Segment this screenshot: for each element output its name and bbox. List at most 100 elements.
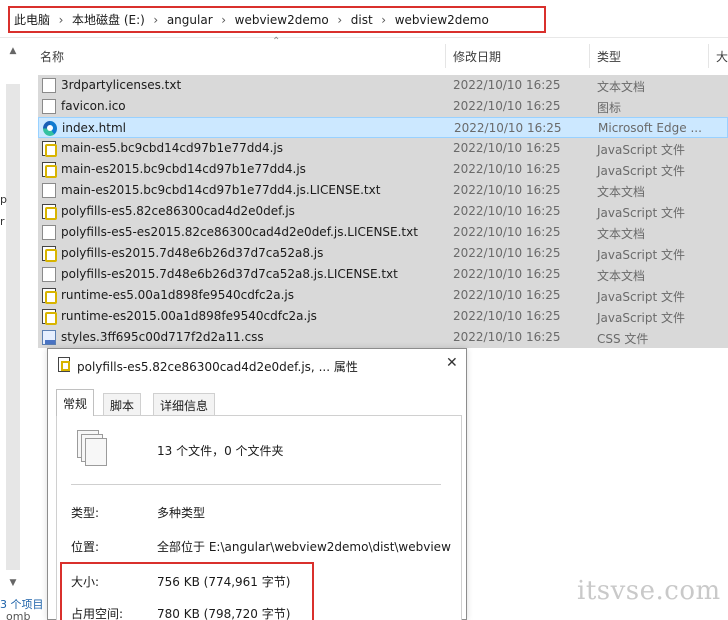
file-type: JavaScript 文件 xyxy=(597,290,685,304)
file-name: main-es5.bc9cbd14cd97b1e77dd4.js xyxy=(61,141,284,155)
watermark: itsvse.com xyxy=(577,576,721,606)
navigation-scrollbar[interactable] xyxy=(6,84,20,570)
type-label: 类型: xyxy=(71,506,100,520)
sort-ascending-icon: ⌃ xyxy=(272,36,281,47)
address-bar[interactable]: 此电脑 › 本地磁盘 (E:) › angular › webview2demo… xyxy=(0,0,728,38)
breadcrumb-item[interactable]: 本地磁盘 (E:) xyxy=(72,11,145,28)
dialog-title-bar[interactable]: polyfills-es5.82ce86300cad4d2e0def.js, .… xyxy=(48,349,466,381)
file-date: 2022/10/10 16:25 xyxy=(453,162,561,176)
javascript-file-icon xyxy=(42,246,57,262)
javascript-file-icon xyxy=(42,204,57,220)
file-row[interactable]: styles.3ff695c00d717f2d2a11.css 2022/10/… xyxy=(38,327,728,348)
file-name: 3rdpartylicenses.txt xyxy=(61,78,182,92)
file-row[interactable]: polyfills-es2015.7d48e6b26d37d7ca52a8.js… xyxy=(38,264,728,285)
file-row[interactable]: main-es5.bc9cbd14cd97b1e77dd4.js 2022/10… xyxy=(38,138,728,159)
column-header-date[interactable]: 修改日期 xyxy=(453,48,501,65)
file-type: CSS 文件 xyxy=(597,332,649,346)
general-tab-panel: 13 个文件，0 个文件夹 类型: 多种类型 位置: 全部位于 E:\angul… xyxy=(56,415,462,620)
tab-script[interactable]: 脚本 xyxy=(103,393,142,415)
file-row[interactable]: 3rdpartylicenses.txt 2022/10/10 16:25 文本… xyxy=(38,75,728,96)
highlight-box xyxy=(60,562,314,620)
file-type: JavaScript 文件 xyxy=(597,143,685,157)
javascript-file-icon xyxy=(42,141,57,157)
file-date: 2022/10/10 16:25 xyxy=(453,141,561,155)
dialog-title: polyfills-es5.82ce86300cad4d2e0def.js, .… xyxy=(77,360,358,374)
file-type: JavaScript 文件 xyxy=(597,206,685,220)
file-type: JavaScript 文件 xyxy=(597,248,685,262)
breadcrumb-item[interactable]: 此电脑 xyxy=(14,11,50,28)
divider xyxy=(71,484,441,485)
file-date: 2022/10/10 16:25 xyxy=(453,99,561,113)
column-header-type[interactable]: 类型 xyxy=(597,48,621,65)
column-divider[interactable] xyxy=(445,44,446,68)
file-date: 2022/10/10 16:25 xyxy=(453,78,561,92)
column-divider[interactable] xyxy=(708,44,709,68)
chevron-right-icon[interactable]: › xyxy=(213,13,235,27)
text-file-icon xyxy=(42,225,56,240)
column-divider[interactable] xyxy=(589,44,590,68)
breadcrumb-item[interactable]: webview2demo xyxy=(395,13,489,27)
column-header-row: ⌃ 名称 修改日期 类型 大 xyxy=(36,36,728,70)
file-row[interactable]: runtime-es5.00a1d898fe9540cdfc2a.js 2022… xyxy=(38,285,728,306)
column-header-name[interactable]: 名称 xyxy=(40,48,64,65)
breadcrumb-item[interactable]: angular xyxy=(167,13,213,27)
file-name: styles.3ff695c00d717f2d2a11.css xyxy=(61,330,264,344)
scroll-up-icon[interactable]: ▲ xyxy=(6,44,20,58)
breadcrumb-item[interactable]: dist xyxy=(351,13,373,27)
column-header-size[interactable]: 大 xyxy=(716,48,728,65)
file-row[interactable]: runtime-es2015.00a1d898fe9540cdfc2a.js 2… xyxy=(38,306,728,327)
tab-details[interactable]: 详细信息 xyxy=(153,393,216,415)
file-type: JavaScript 文件 xyxy=(597,311,685,325)
file-row-selected[interactable]: index.html 2022/10/10 16:25 Microsoft Ed… xyxy=(38,117,728,138)
file-name: polyfills-es5.82ce86300cad4d2e0def.js xyxy=(61,204,295,218)
file-type: 文本文档 xyxy=(597,185,646,199)
file-date: 2022/10/10 16:25 xyxy=(453,288,561,302)
file-row[interactable]: polyfills-es5.82ce86300cad4d2e0def.js 20… xyxy=(38,201,728,222)
close-icon[interactable]: ✕ xyxy=(446,355,458,371)
file-name: polyfills-es5-es2015.82ce86300cad4d2e0de… xyxy=(61,225,418,239)
text-file-icon xyxy=(42,267,56,282)
edge-html-icon xyxy=(43,121,57,136)
chevron-right-icon[interactable]: › xyxy=(373,13,395,27)
file-date: 2022/10/10 16:25 xyxy=(453,246,561,260)
file-name: polyfills-es2015.7d48e6b26d37d7ca52a8.js… xyxy=(61,267,398,281)
file-type: 文本文档 xyxy=(597,227,646,241)
file-row[interactable]: main-es2015.bc9cbd14cd97b1e77dd4.js 2022… xyxy=(38,159,728,180)
location-value: 全部位于 E:\angular\webview2demo\dist\webvie… xyxy=(157,540,451,554)
text-file-icon xyxy=(42,78,56,93)
file-row[interactable]: polyfills-es2015.7d48e6b26d37d7ca52a8.js… xyxy=(38,243,728,264)
file-date: 2022/10/10 16:25 xyxy=(453,309,561,323)
css-file-icon xyxy=(42,330,56,345)
properties-dialog: polyfills-es5.82ce86300cad4d2e0def.js, .… xyxy=(47,348,467,620)
file-type: 文本文档 xyxy=(597,269,646,283)
file-date: 2022/10/10 16:25 xyxy=(453,330,561,344)
javascript-file-icon xyxy=(58,357,70,372)
multiple-files-icon xyxy=(77,430,117,470)
breadcrumb-item[interactable]: webview2demo xyxy=(235,13,329,27)
file-name: polyfills-es2015.7d48e6b26d37d7ca52a8.js xyxy=(61,246,324,260)
file-date: 2022/10/10 16:25 xyxy=(453,267,561,281)
file-name: runtime-es5.00a1d898fe9540cdfc2a.js xyxy=(61,288,295,302)
breadcrumb[interactable]: 此电脑 › 本地磁盘 (E:) › angular › webview2demo… xyxy=(8,6,546,33)
tab-general[interactable]: 常规 xyxy=(56,389,95,416)
file-row[interactable]: main-es2015.bc9cbd14cd97b1e77dd4.js.LICE… xyxy=(38,180,728,201)
file-date: 2022/10/10 16:25 xyxy=(454,121,562,135)
file-date: 2022/10/10 16:25 xyxy=(453,225,561,239)
file-row[interactable]: favicon.ico 2022/10/10 16:25 图标 xyxy=(38,96,728,117)
javascript-file-icon xyxy=(42,309,57,325)
file-name: index.html xyxy=(62,121,126,135)
location-label: 位置: xyxy=(71,540,100,554)
file-row[interactable]: polyfills-es5-es2015.82ce86300cad4d2e0de… xyxy=(38,222,728,243)
file-type: 文本文档 xyxy=(597,80,646,94)
nav-fragment: p xyxy=(0,193,7,206)
chevron-right-icon[interactable]: › xyxy=(145,13,167,27)
chevron-right-icon[interactable]: › xyxy=(329,13,351,27)
file-date: 2022/10/10 16:25 xyxy=(453,183,561,197)
file-type: Microsoft Edge ... xyxy=(598,121,702,135)
text-file-icon xyxy=(42,183,56,198)
chevron-right-icon[interactable]: › xyxy=(50,13,72,27)
scroll-down-icon[interactable]: ▼ xyxy=(6,576,20,590)
file-name: favicon.ico xyxy=(61,99,126,113)
javascript-file-icon xyxy=(42,288,57,304)
icon-file-icon xyxy=(42,99,56,114)
